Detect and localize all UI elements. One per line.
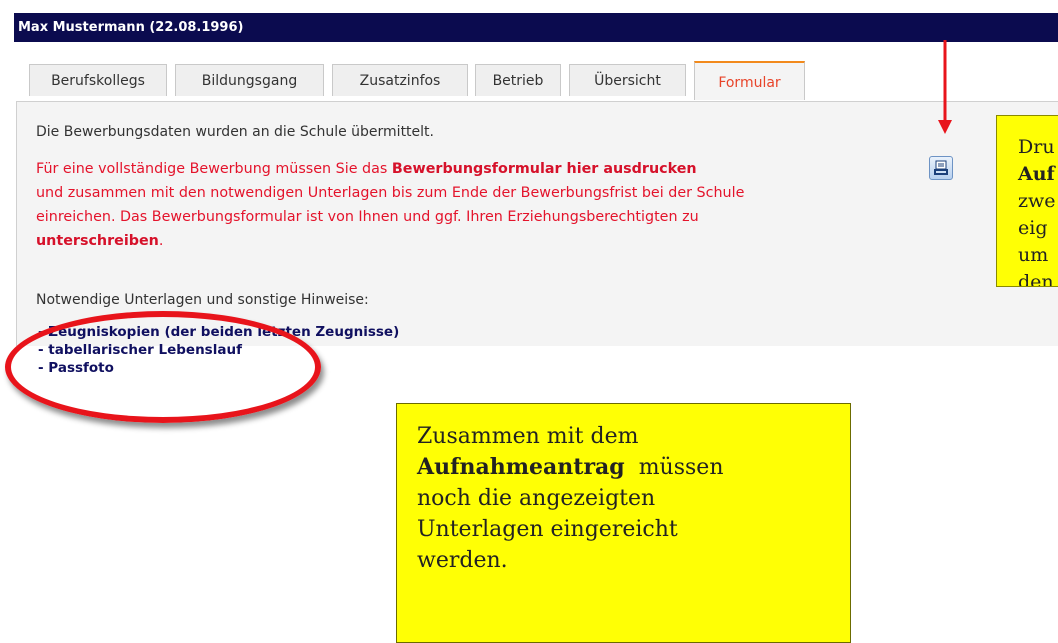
note-line: um bbox=[1018, 244, 1049, 266]
tab-bildungsgang[interactable]: Bildungsgang bbox=[175, 64, 324, 96]
note-text: müssen bbox=[624, 455, 724, 480]
note-line: Zusammen mit dem bbox=[417, 424, 639, 449]
tab-uebersicht[interactable]: Übersicht bbox=[569, 64, 686, 96]
instruction-text: Für eine vollständige Bewerbung müssen S… bbox=[36, 161, 392, 177]
instruction-line-2: und zusammen mit den notwendigen Unterla… bbox=[36, 185, 745, 201]
documents-heading: Notwendige Unterlagen und sonstige Hinwe… bbox=[36, 292, 369, 308]
print-form-link[interactable]: Bewerbungsformular hier ausdrucken bbox=[392, 161, 697, 177]
tab-berufskollegs[interactable]: Berufskollegs bbox=[29, 64, 167, 96]
status-message: Die Bewerbungsdaten wurden an die Schule… bbox=[36, 124, 434, 140]
note-line: eig bbox=[1018, 217, 1048, 239]
callout-note-bottom: Zusammen mit dem Aufnahmeantrag müssen n… bbox=[396, 403, 851, 643]
note-line: zwe bbox=[1018, 190, 1056, 212]
note-line: noch die angezeigten bbox=[417, 486, 656, 511]
note-line: Unterlagen eingereicht bbox=[417, 517, 678, 542]
tab-zusatzinfos[interactable]: Zusatzinfos bbox=[332, 64, 468, 96]
tab-betrieb[interactable]: Betrieb bbox=[475, 64, 561, 96]
window-title-bar: Max Mustermann (22.08.1996) bbox=[14, 13, 1058, 42]
sign-emphasis: unterschreiben bbox=[36, 233, 159, 249]
highlight-ellipse bbox=[5, 311, 321, 423]
note-line: Auf bbox=[1018, 163, 1055, 185]
note-line: Aufnahmeantrag müssen bbox=[417, 452, 850, 483]
note-line: werden. bbox=[417, 548, 508, 573]
printer-icon-glyph bbox=[934, 160, 948, 175]
instruction-line-4: unterschreiben. bbox=[36, 229, 163, 253]
instruction-period: . bbox=[158, 233, 164, 249]
tab-formular[interactable]: Formular bbox=[694, 61, 805, 100]
printer-icon[interactable] bbox=[929, 156, 953, 180]
instruction-line-3: einreichen. Das Bewerbungsformular ist v… bbox=[36, 209, 699, 225]
callout-note-right: Dru Auf zwe eig um den bbox=[996, 115, 1058, 287]
note-emphasis: Aufnahmeantrag bbox=[417, 454, 625, 480]
note-line: den bbox=[1018, 271, 1054, 287]
down-arrow-annotation bbox=[938, 40, 952, 134]
note-line: Dru bbox=[1018, 136, 1055, 158]
applicant-name-title: Max Mustermann (22.08.1996) bbox=[18, 20, 244, 35]
print-instruction-line: Für eine vollständige Bewerbung müssen S… bbox=[36, 157, 697, 181]
